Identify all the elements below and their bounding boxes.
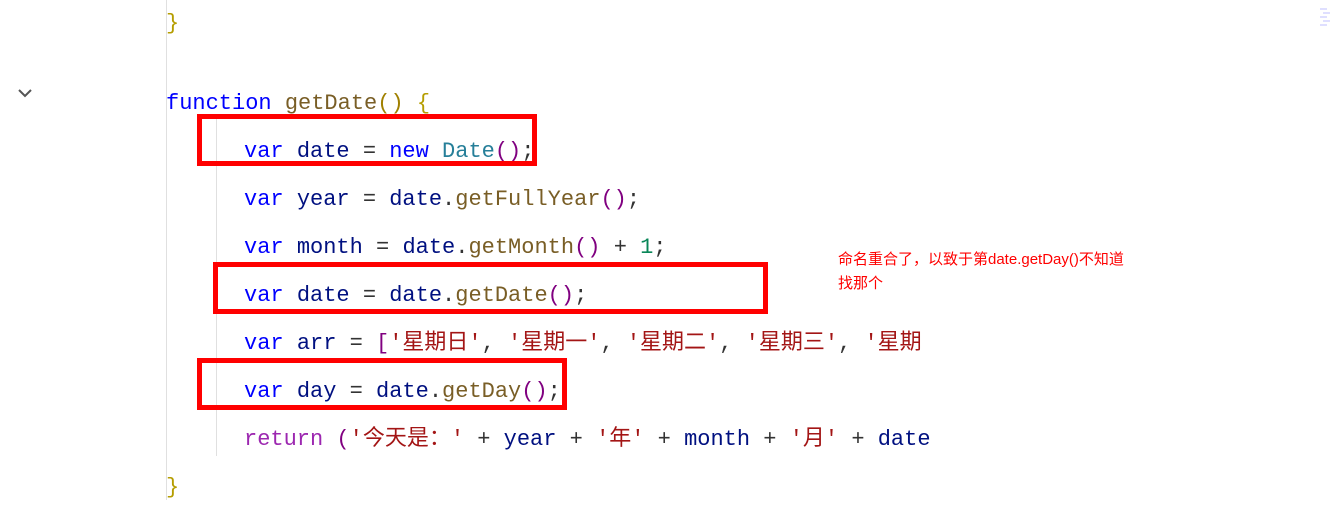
code-line: var day = date.getDay(); — [90, 368, 1340, 416]
identifier: month — [684, 427, 750, 452]
identifier: day — [297, 379, 337, 404]
brace: } — [166, 475, 179, 500]
number: 1 — [640, 235, 653, 260]
method-name: getDay — [442, 379, 521, 404]
equals: = — [363, 187, 376, 212]
code-line: return ('今天是：' + year + '年' + month + '月… — [90, 416, 1340, 464]
string-literal: '星期 — [864, 331, 921, 356]
code-line: } — [90, 464, 1340, 512]
string-literal: '今天是：' — [350, 427, 464, 452]
equals: = — [363, 139, 376, 164]
code-line: } — [90, 0, 1340, 48]
method-name: getDate — [455, 283, 547, 308]
equals: = — [350, 331, 363, 356]
code-line: var arr = ['星期日', '星期一', '星期二', '星期三', '… — [90, 320, 1340, 368]
identifier: date — [389, 187, 442, 212]
string-literal: '星期二' — [627, 331, 719, 356]
plus: + — [614, 235, 627, 260]
parens: () — [495, 139, 521, 164]
brace: { — [417, 91, 430, 116]
keyword-function: function — [166, 91, 272, 116]
parens: () — [574, 235, 600, 260]
paren: ( — [336, 427, 349, 452]
comma: , — [482, 331, 508, 356]
comma: , — [719, 331, 745, 356]
string-literal: '星期日' — [389, 331, 481, 356]
indent-guide — [216, 118, 217, 456]
identifier: year — [297, 187, 350, 212]
keyword-var: var — [244, 331, 284, 356]
fold-arrow-icon[interactable] — [18, 86, 32, 106]
plus: + — [570, 427, 583, 452]
parens: () — [377, 91, 403, 116]
parens: () — [548, 283, 574, 308]
identifier: date — [297, 139, 350, 164]
plus: + — [658, 427, 671, 452]
method-name: getFullYear — [455, 187, 600, 212]
string-literal: '年' — [596, 427, 644, 452]
string-literal: '月' — [790, 427, 838, 452]
indent-guide — [166, 0, 167, 500]
annotation-line: 找那个 — [838, 272, 1198, 296]
identifier: date — [402, 235, 455, 260]
class-name: Date — [442, 139, 495, 164]
comma: , — [838, 331, 864, 356]
keyword-var: var — [244, 235, 284, 260]
semicolon: ; — [574, 283, 587, 308]
identifier: date — [878, 427, 931, 452]
semicolon: ; — [521, 139, 534, 164]
parens: () — [521, 379, 547, 404]
plus: + — [763, 427, 776, 452]
identifier: arr — [297, 331, 337, 356]
gutter — [0, 0, 48, 4]
keyword-var: var — [244, 139, 284, 164]
identifier: date — [297, 283, 350, 308]
blank-line — [90, 48, 1340, 80]
code-line: var year = date.getFullYear(); — [90, 176, 1340, 224]
identifier: date — [376, 379, 429, 404]
keyword-new: new — [389, 139, 429, 164]
string-literal: '星期一' — [508, 331, 600, 356]
semicolon: ; — [653, 235, 666, 260]
method-name: getMonth — [468, 235, 574, 260]
identifier: date — [389, 283, 442, 308]
keyword-var: var — [244, 379, 284, 404]
semicolon: ; — [548, 379, 561, 404]
annotation-line: 命名重合了，以致于第date.getDay()不知道 — [838, 248, 1198, 272]
keyword-var: var — [244, 283, 284, 308]
equals: = — [376, 235, 389, 260]
bracket: [ — [376, 331, 389, 356]
code-line: function getDate() { — [90, 80, 1340, 128]
code-editor[interactable]: } function getDate() { var date = new Da… — [0, 0, 1340, 4]
plus: + — [477, 427, 490, 452]
equals: = — [363, 283, 376, 308]
comma: , — [600, 331, 626, 356]
identifier: year — [504, 427, 557, 452]
function-name: getDate — [285, 91, 377, 116]
plus: + — [851, 427, 864, 452]
keyword-var: var — [244, 187, 284, 212]
code-line: var date = new Date(); — [90, 128, 1340, 176]
string-literal: '星期三' — [746, 331, 838, 356]
minimap[interactable] — [1320, 8, 1340, 38]
identifier: month — [297, 235, 363, 260]
parens: () — [600, 187, 626, 212]
equals: = — [350, 379, 363, 404]
keyword-return: return — [244, 427, 323, 452]
semicolon: ; — [627, 187, 640, 212]
brace: } — [166, 11, 179, 36]
annotation-text: 命名重合了，以致于第date.getDay()不知道 找那个 — [838, 248, 1198, 296]
